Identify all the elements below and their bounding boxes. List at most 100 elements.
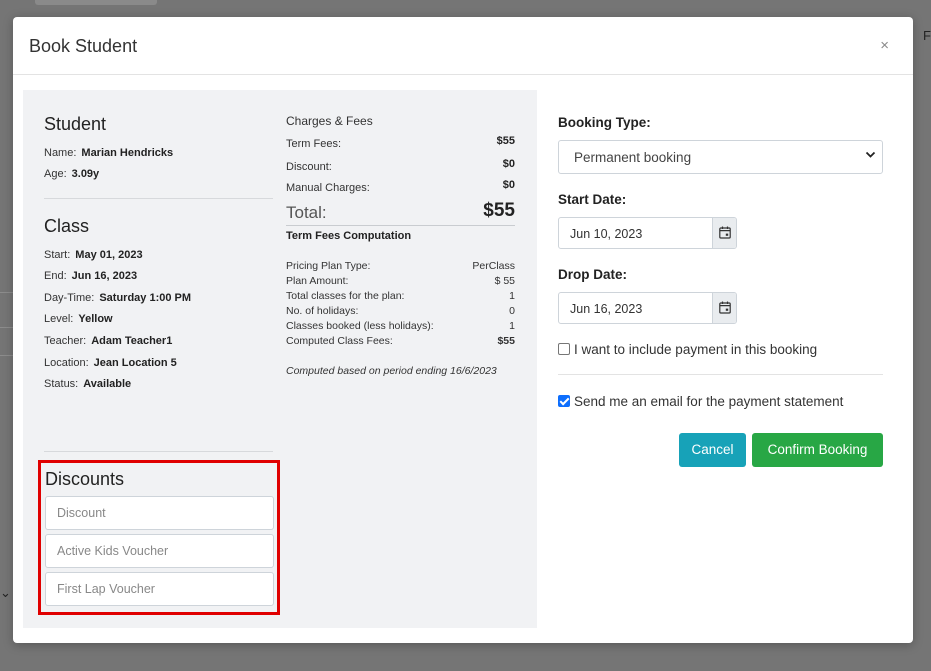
divider bbox=[286, 225, 515, 226]
booking-type-value: Permanent booking bbox=[574, 150, 692, 165]
class-start-row: Start: May 01, 2023 bbox=[44, 249, 143, 261]
drop-date-label: Drop Date: bbox=[558, 267, 628, 282]
computation-heading: Term Fees Computation bbox=[286, 230, 412, 242]
class-status-label: Status: bbox=[44, 378, 79, 390]
class-end-label: End: bbox=[44, 270, 67, 282]
class-daytime-row: Day-Time: Saturday 1:00 PM bbox=[44, 292, 191, 304]
close-icon[interactable]: × bbox=[880, 37, 889, 54]
total-label: Total: bbox=[286, 203, 327, 222]
total-value: $55 bbox=[483, 200, 515, 221]
computation-row: No. of holidays: 0 bbox=[286, 305, 515, 317]
start-date-label: Start Date: bbox=[558, 192, 627, 207]
discounts-section-highlight: Discounts bbox=[38, 460, 280, 615]
pricing-plan-type-value: PerClass bbox=[472, 260, 515, 272]
drop-date-value: Jun 16, 2023 bbox=[570, 302, 643, 316]
total-row: Total: $55 bbox=[286, 200, 515, 226]
background-divider bbox=[0, 292, 14, 293]
class-heading: Class bbox=[44, 216, 90, 236]
discount-label: Discount: bbox=[286, 161, 332, 173]
plan-amount-value: $ 55 bbox=[494, 275, 515, 287]
computation-row: Total classes for the plan: 1 bbox=[286, 290, 515, 302]
calendar-icon[interactable] bbox=[712, 293, 736, 323]
chevron-down-icon bbox=[865, 149, 876, 163]
class-status-row: Status: Available bbox=[44, 378, 131, 390]
email-statement-row[interactable]: Send me an email for the payment stateme… bbox=[558, 394, 843, 409]
total-classes-value: 1 bbox=[509, 290, 515, 302]
manual-charges-label: Manual Charges: bbox=[286, 182, 370, 194]
divider bbox=[44, 451, 273, 452]
class-location-value: Jean Location 5 bbox=[93, 357, 177, 369]
manual-charges-row: Manual Charges: $0 bbox=[286, 179, 515, 194]
term-fees-row: Term Fees: $55 bbox=[286, 135, 515, 150]
computed-fees-value: $55 bbox=[497, 335, 515, 347]
plan-amount-label: Plan Amount: bbox=[286, 275, 349, 287]
active-kids-voucher-input[interactable] bbox=[45, 534, 274, 568]
book-student-modal: Book Student × Student Name: Marian Hendr… bbox=[13, 17, 913, 643]
email-statement-label[interactable]: Send me an email for the payment stateme… bbox=[574, 394, 843, 409]
student-name-label: Name: bbox=[44, 147, 77, 159]
classes-booked-label: Classes booked (less holidays): bbox=[286, 320, 434, 332]
class-location-label: Location: bbox=[44, 357, 89, 369]
drop-date-input[interactable]: Jun 16, 2023 bbox=[558, 292, 737, 324]
divider bbox=[558, 374, 883, 375]
email-statement-checkbox[interactable] bbox=[558, 395, 570, 407]
divider bbox=[44, 198, 273, 199]
confirm-booking-button[interactable]: Confirm Booking bbox=[752, 433, 883, 467]
class-teacher-row: Teacher: Adam Teacher1 bbox=[44, 335, 172, 347]
include-payment-checkbox[interactable] bbox=[558, 343, 570, 355]
class-teacher-value: Adam Teacher1 bbox=[91, 335, 173, 347]
charges-fees-heading: Charges & Fees bbox=[286, 114, 373, 128]
class-end-row: End: Jun 16, 2023 bbox=[44, 270, 137, 282]
class-level-value: Yellow bbox=[78, 313, 113, 325]
student-name-value: Marian Hendricks bbox=[81, 147, 174, 159]
class-level-label: Level: bbox=[44, 313, 74, 325]
background-divider bbox=[0, 327, 14, 328]
computed-fees-label: Computed Class Fees: bbox=[286, 335, 393, 347]
class-daytime-value: Saturday 1:00 PM bbox=[99, 292, 192, 304]
discount-value: $0 bbox=[502, 158, 515, 170]
discount-input[interactable] bbox=[45, 496, 274, 530]
class-daytime-label: Day-Time: bbox=[44, 292, 95, 304]
computation-row: Pricing Plan Type: PerClass bbox=[286, 260, 515, 272]
class-status-value: Available bbox=[83, 378, 132, 390]
term-fees-value: $55 bbox=[496, 135, 515, 147]
start-date-input[interactable]: Jun 10, 2023 bbox=[558, 217, 737, 249]
cancel-button[interactable]: Cancel bbox=[679, 433, 746, 467]
term-fees-label: Term Fees: bbox=[286, 138, 342, 150]
booking-type-select[interactable]: Permanent booking bbox=[558, 140, 883, 174]
modal-title: Book Student bbox=[29, 36, 138, 56]
total-classes-label: Total classes for the plan: bbox=[286, 290, 405, 302]
first-lap-voucher-input[interactable] bbox=[45, 572, 274, 606]
class-teacher-label: Teacher: bbox=[44, 335, 87, 347]
modal-header: Book Student × bbox=[13, 17, 913, 75]
include-payment-row[interactable]: I want to include payment in this bookin… bbox=[558, 342, 817, 357]
class-location-row: Location: Jean Location 5 bbox=[44, 357, 177, 369]
class-end-value: Jun 16, 2023 bbox=[71, 270, 138, 282]
computation-note: Computed based on period ending 16/6/202… bbox=[286, 365, 497, 377]
class-level-row: Level: Yellow bbox=[44, 313, 113, 325]
holidays-label: No. of holidays: bbox=[286, 305, 359, 317]
booking-summary-panel: Student Name: Marian Hendricks Age: 3.09y … bbox=[23, 90, 537, 628]
background-chevron-icon: ⌄ bbox=[0, 585, 11, 600]
class-start-value: May 01, 2023 bbox=[75, 249, 143, 261]
student-age-value: 3.09y bbox=[71, 168, 100, 180]
computation-row: Classes booked (less holidays): 1 bbox=[286, 320, 515, 332]
background-column-header: F bbox=[923, 28, 931, 43]
class-start-label: Start: bbox=[44, 249, 71, 261]
manual-charges-value: $0 bbox=[502, 179, 515, 191]
student-age-label: Age: bbox=[44, 168, 67, 180]
computation-row: Plan Amount: $ 55 bbox=[286, 275, 515, 287]
booking-type-label: Booking Type: bbox=[558, 115, 651, 130]
student-name-row: Name: Marian Hendricks bbox=[44, 147, 173, 159]
background-bar bbox=[35, 0, 157, 5]
discounts-heading: Discounts bbox=[45, 469, 125, 489]
calendar-icon[interactable] bbox=[712, 218, 736, 248]
include-payment-label[interactable]: I want to include payment in this bookin… bbox=[574, 342, 817, 357]
pricing-plan-type-label: Pricing Plan Type: bbox=[286, 260, 371, 272]
student-heading: Student bbox=[44, 114, 107, 134]
discount-row: Discount: $0 bbox=[286, 158, 515, 173]
student-age-row: Age: 3.09y bbox=[44, 168, 99, 180]
classes-booked-value: 1 bbox=[509, 320, 515, 332]
holidays-value: 0 bbox=[509, 305, 515, 317]
background-divider bbox=[0, 355, 14, 356]
